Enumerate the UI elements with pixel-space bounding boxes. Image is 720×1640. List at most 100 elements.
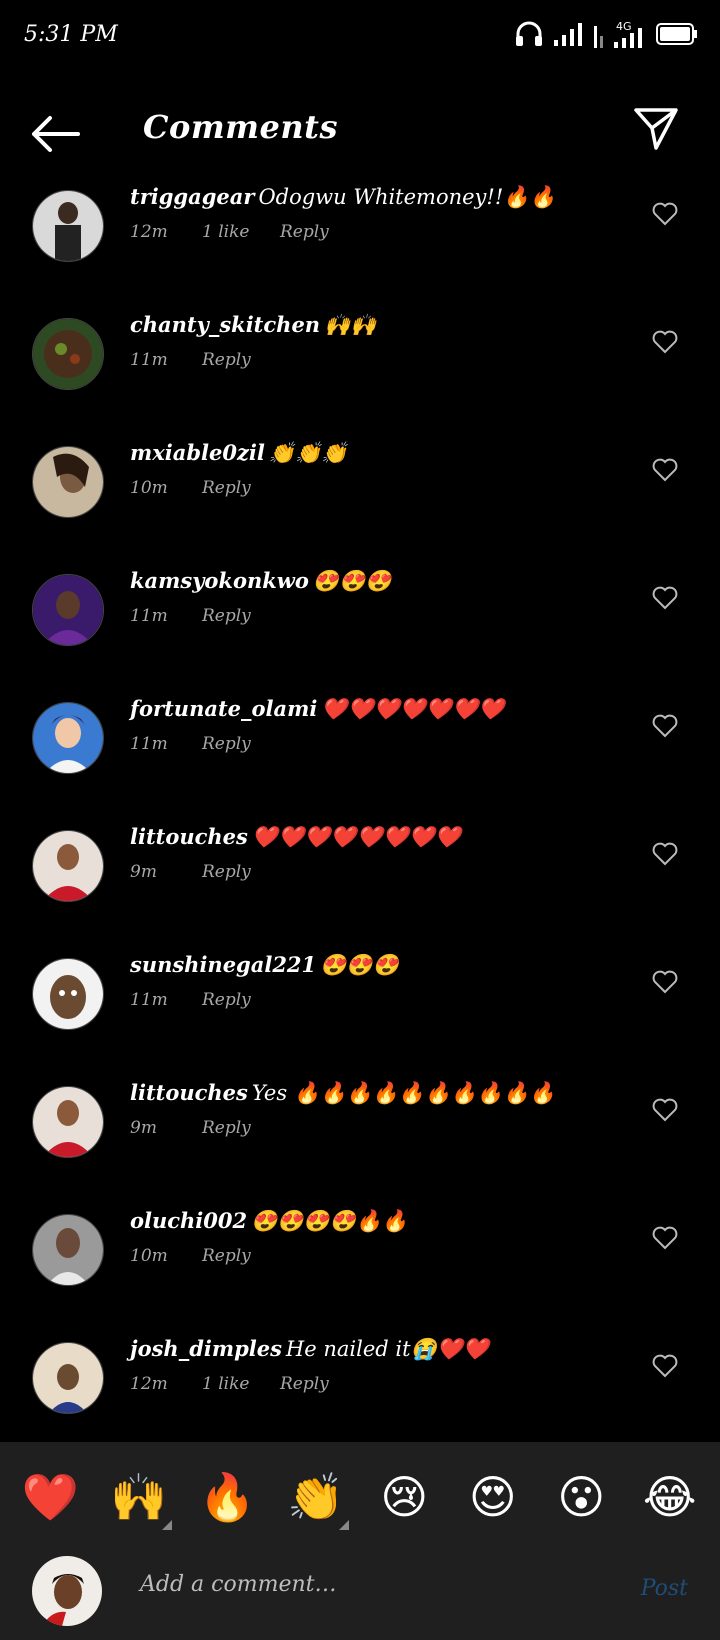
- comment-input[interactable]: Add a comment…: [140, 1572, 336, 1597]
- heart-icon[interactable]: [652, 970, 678, 994]
- heart-icon[interactable]: [652, 330, 678, 354]
- sim-signal-icon: 4G: [594, 20, 642, 48]
- comment-time: 11m: [130, 606, 168, 626]
- comment-username[interactable]: oluchi002: [130, 1208, 247, 1233]
- comment-row: fortunate_olami ❤️❤️❤️❤️❤️❤️❤️ 11m Reply: [0, 680, 720, 808]
- avatar[interactable]: [32, 574, 104, 646]
- comment-row: chanty_skitchen 🙌🙌 11m Reply: [0, 296, 720, 424]
- comment-text: 😍😍😍😍🔥🔥: [251, 1209, 409, 1233]
- comment-row: kamsyokonkwo 😍😍😍 11m Reply: [0, 552, 720, 680]
- reply-button[interactable]: Reply: [202, 478, 251, 498]
- comment-row: mxiable0zil 👏👏👏 10m Reply: [0, 424, 720, 552]
- avatar[interactable]: [32, 318, 104, 390]
- comment-text: 👏👏👏: [268, 441, 348, 465]
- status-icons: 4G: [514, 20, 698, 48]
- comment-username[interactable]: mxiable0zil: [130, 440, 265, 465]
- comment-text: 🙌🙌: [324, 313, 377, 337]
- comment-text: 😍😍😍: [312, 569, 392, 593]
- skin-tone-indicator-icon: [161, 1520, 172, 1530]
- emoji-clap-button[interactable]: 👏: [281, 1474, 351, 1530]
- heart-icon[interactable]: [652, 842, 678, 866]
- back-arrow-icon[interactable]: [30, 114, 82, 154]
- comment-row: oluchi002 😍😍😍😍🔥🔥 10m Reply: [0, 1192, 720, 1320]
- signal-icon: [554, 23, 582, 46]
- battery-icon: [656, 23, 697, 45]
- heart-icon[interactable]: [652, 1226, 678, 1250]
- svg-text:4G: 4G: [616, 20, 632, 33]
- reply-button[interactable]: Reply: [202, 1118, 251, 1138]
- comment-time: 11m: [130, 350, 168, 370]
- emoji-raised-hands-glyph: 🙌: [110, 1470, 168, 1524]
- comment-username[interactable]: kamsyokonkwo: [130, 568, 309, 593]
- send-icon[interactable]: [632, 104, 680, 152]
- avatar[interactable]: [32, 830, 104, 902]
- comment-username[interactable]: triggagear: [130, 184, 254, 209]
- comment-username[interactable]: littouches: [130, 1080, 248, 1105]
- comment-likes[interactable]: 1 like: [202, 1374, 280, 1394]
- avatar[interactable]: [32, 1342, 104, 1414]
- avatar[interactable]: [32, 702, 104, 774]
- comment-text: He nailed it😭❤️❤️: [285, 1337, 489, 1361]
- emoji-surprised-button[interactable]: 😮: [546, 1474, 616, 1520]
- reply-button[interactable]: Reply: [202, 606, 251, 626]
- emoji-heart-eyes-button[interactable]: 😍: [458, 1474, 528, 1520]
- heart-icon[interactable]: [652, 714, 678, 738]
- comment-text: 😍😍😍: [320, 953, 399, 977]
- avatar[interactable]: [32, 446, 104, 518]
- heart-icon[interactable]: [652, 202, 678, 226]
- comment-time: 12m: [130, 1374, 168, 1394]
- comment-text: ❤️❤️❤️❤️❤️❤️❤️: [321, 697, 505, 721]
- emoji-laughing-button[interactable]: 😂: [635, 1474, 705, 1520]
- reply-button[interactable]: Reply: [202, 862, 251, 882]
- app-header: Comments: [0, 90, 720, 170]
- comment-time: 9m: [130, 862, 157, 882]
- comment-username[interactable]: josh_dimples: [130, 1336, 282, 1361]
- avatar[interactable]: [32, 958, 104, 1030]
- emoji-heart-button[interactable]: ❤️: [15, 1474, 85, 1520]
- reply-button[interactable]: Reply: [202, 350, 251, 370]
- reply-button[interactable]: Reply: [202, 1246, 251, 1266]
- comment-time: 10m: [130, 1246, 168, 1266]
- page-title: Comments: [143, 108, 338, 146]
- avatar[interactable]: [32, 1214, 104, 1286]
- comment-username[interactable]: fortunate_olami: [130, 696, 317, 721]
- current-user-avatar: [32, 1556, 102, 1626]
- comment-time: 11m: [130, 734, 168, 754]
- heart-icon[interactable]: [652, 586, 678, 610]
- comment-time: 11m: [130, 990, 168, 1010]
- emoji-crying-button[interactable]: 😢: [369, 1474, 439, 1520]
- emoji-clap-glyph: 👏: [287, 1470, 345, 1524]
- headphones-icon: [516, 21, 542, 46]
- comment-row: sunshinegal221 😍😍😍 11m Reply: [0, 936, 720, 1064]
- comment-username[interactable]: sunshinegal221: [130, 952, 316, 977]
- avatar[interactable]: [32, 190, 104, 262]
- comment-text: Odogwu Whitemoney!!🔥🔥: [258, 185, 556, 209]
- skin-tone-indicator-icon: [338, 1520, 349, 1530]
- comment-text: ❤️❤️❤️❤️❤️❤️❤️❤️: [251, 825, 462, 849]
- reply-button[interactable]: Reply: [202, 734, 251, 754]
- reply-button[interactable]: Reply: [280, 222, 329, 242]
- emoji-fire-button[interactable]: 🔥: [192, 1474, 262, 1520]
- comment-likes[interactable]: 1 like: [202, 222, 280, 242]
- comment-composer: Add a comment… Post: [0, 1552, 720, 1640]
- heart-icon[interactable]: [652, 458, 678, 482]
- comment-time: 9m: [130, 1118, 157, 1138]
- status-bar: 5:31 PM 4G: [0, 0, 720, 72]
- emoji-quick-bar: ❤️ 🙌 🔥 👏 😢 😍 😮 😂: [0, 1442, 720, 1552]
- post-button[interactable]: Post: [641, 1576, 688, 1601]
- comment-row: littouches ❤️❤️❤️❤️❤️❤️❤️❤️ 9m Reply: [0, 808, 720, 936]
- comment-row: triggagear Odogwu Whitemoney!!🔥🔥 12m 1 lik…: [0, 168, 720, 296]
- emoji-raised-hands-button[interactable]: 🙌: [104, 1474, 174, 1530]
- status-time: 5:31 PM: [24, 22, 118, 47]
- comment-row: littouches Yes 🔥🔥🔥🔥🔥🔥🔥🔥🔥🔥 9m Reply: [0, 1064, 720, 1192]
- comment-username[interactable]: chanty_skitchen: [130, 312, 320, 337]
- heart-icon[interactable]: [652, 1354, 678, 1378]
- comment-text: Yes 🔥🔥🔥🔥🔥🔥🔥🔥🔥🔥: [251, 1081, 556, 1105]
- comment-row: josh_dimples He nailed it😭❤️❤️ 12m 1 like R…: [0, 1320, 720, 1448]
- heart-icon[interactable]: [652, 1098, 678, 1122]
- reply-button[interactable]: Reply: [202, 990, 251, 1010]
- comments-list: triggagear Odogwu Whitemoney!!🔥🔥 12m 1 lik…: [0, 168, 720, 1448]
- comment-username[interactable]: littouches: [130, 824, 248, 849]
- reply-button[interactable]: Reply: [280, 1374, 329, 1394]
- avatar[interactable]: [32, 1086, 104, 1158]
